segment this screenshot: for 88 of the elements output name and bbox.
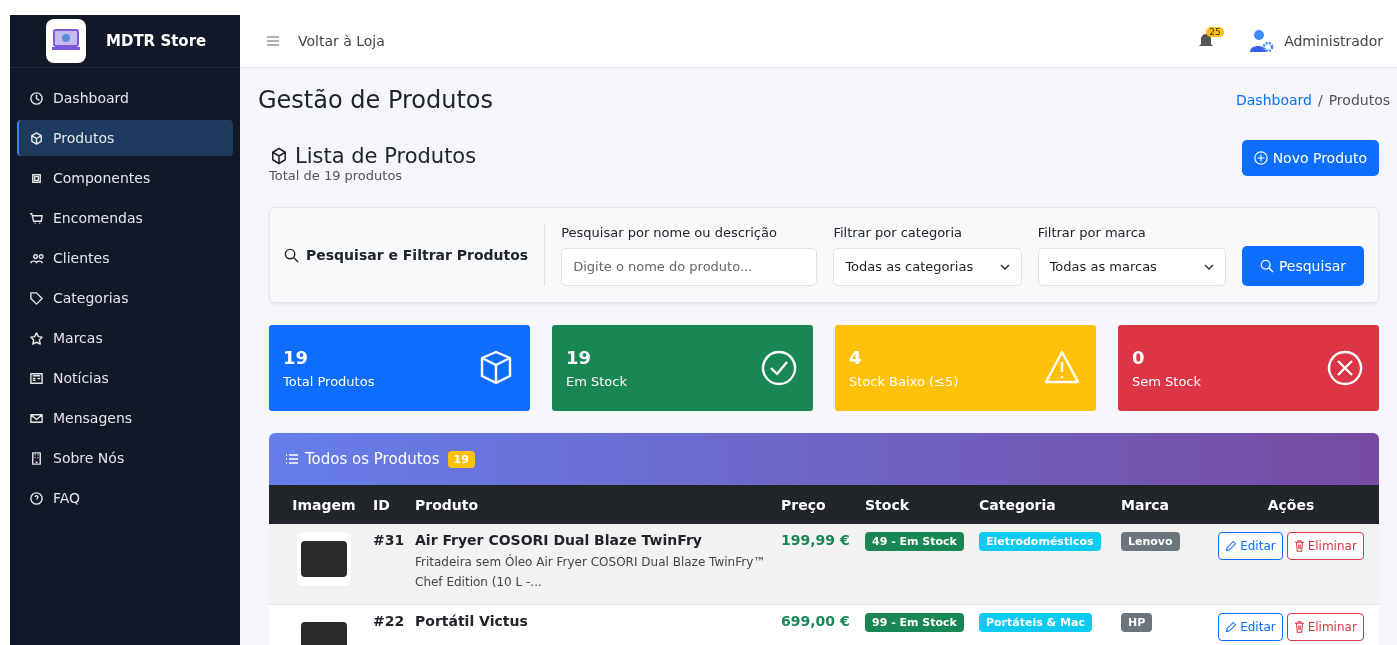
star-icon [29, 330, 44, 346]
notification-badge: 25 [1206, 27, 1224, 37]
table-cell-text: #22 [373, 613, 406, 631]
stat-value: 19 [566, 347, 593, 368]
brand-badge: HP [1121, 613, 1153, 632]
column-header: Categoria [979, 496, 1057, 513]
photo-placeholder [297, 532, 351, 586]
sidebar-item[interactable]: Encomendas [17, 200, 233, 236]
list-icon [285, 453, 299, 465]
sidebar-item[interactable]: Sobre Nós [17, 440, 233, 476]
sidebar-item[interactable]: Marcas [17, 320, 233, 356]
field-label: Filtrar por categoria [833, 224, 964, 240]
product-name: Air Fryer COSORI Dual Blaze TwinFry [415, 532, 703, 548]
sidebar-item[interactable]: Mensagens [17, 400, 233, 436]
sidebar-item[interactable]: Produtos [17, 120, 233, 156]
search-icon [284, 247, 299, 263]
table-title: Todos os Produtos [305, 450, 440, 468]
user-settings-icon[interactable] [1248, 28, 1275, 54]
category-dropdown[interactable]: Todas as categorias [833, 247, 1022, 286]
stock-badge: 49 - Em Stock [865, 532, 964, 551]
column-header: Imagem [291, 496, 357, 513]
chevron-down-icon [999, 263, 1010, 270]
user-name[interactable]: Administrador [1284, 33, 1383, 49]
stat-icon [1325, 348, 1365, 388]
sidebar-item[interactable]: Componentes [17, 160, 233, 196]
stat-label: Sem Stock [1132, 374, 1202, 389]
column-header: Ações [1266, 496, 1316, 513]
logo-icon [46, 19, 86, 63]
delete-button[interactable]: Eliminar [1286, 613, 1364, 641]
breadcrumb-current: Produtos [1328, 92, 1390, 108]
brand-name: MDTR Store [106, 32, 207, 50]
category-badge: Portáteis & Mac [979, 613, 1092, 632]
breadcrumb-separator: / [1317, 92, 1323, 108]
box-icon [29, 130, 44, 146]
cart-icon [29, 210, 44, 226]
stat-label: Stock Baixo (≤5) [849, 374, 959, 389]
stat-value: 0 [1132, 347, 1146, 368]
section-title: Lista de Produtos [295, 144, 477, 168]
product-name: Portátil Victus [415, 613, 529, 629]
sidebar-item[interactable]: Notícias [17, 360, 233, 396]
trash-icon [1293, 621, 1305, 633]
plus-circle-icon [1253, 150, 1268, 165]
edit-button[interactable]: Editar [1218, 532, 1283, 560]
tag-icon [29, 290, 44, 306]
price: 699,00 € [781, 613, 851, 631]
stat-value: 4 [849, 347, 863, 368]
help-icon [29, 490, 44, 506]
stat-value: 19 [283, 347, 310, 368]
building-icon [29, 450, 44, 466]
brand-badge: Lenovo [1121, 532, 1180, 551]
sidebar-item[interactable]: Dashboard [17, 80, 233, 116]
category-badge: Eletrodomésticos [979, 532, 1101, 551]
page-title: Gestão de Produtos [258, 86, 494, 114]
field-label: Filtrar por marca [1037, 224, 1147, 240]
stat-label: Em Stock [566, 374, 627, 389]
column-header: Marca [1121, 496, 1171, 513]
breadcrumb-link[interactable]: Dashboard [1236, 92, 1312, 108]
new-product-button[interactable]: Novo Produto [1241, 139, 1379, 176]
stat-label: Total Produtos [283, 374, 375, 389]
stat-icon [759, 348, 799, 388]
sidebar-item[interactable]: Clientes [17, 240, 233, 276]
product-count: Total de 19 produtos [269, 168, 404, 183]
filter-title: Pesquisar e Filtrar Produtos [306, 247, 529, 263]
back-link[interactable]: Voltar à Loja [298, 33, 385, 49]
edit-button[interactable]: Editar [1218, 613, 1283, 641]
search-field[interactable]: Digite o nome do produto... [561, 247, 818, 286]
search-icon [1259, 259, 1274, 273]
sidebar-item[interactable]: FAQ [17, 480, 233, 516]
box-icon [269, 146, 289, 166]
newspaper-icon [29, 370, 44, 386]
column-header: Preço [781, 496, 827, 513]
brand-dropdown[interactable]: Todas as marcas [1037, 247, 1226, 286]
trash-icon [1293, 540, 1305, 552]
stock-badge: 99 - Em Stock [865, 613, 964, 632]
field-label: Pesquisar por nome ou descrição [561, 224, 778, 240]
search-button[interactable]: Pesquisar [1241, 246, 1364, 286]
column-header: Stock [865, 496, 910, 513]
delete-button[interactable]: Eliminar [1286, 532, 1364, 560]
pencil-icon [1225, 540, 1238, 552]
price: 199,99 € [781, 532, 851, 550]
count-badge: 19 [447, 450, 475, 468]
table-cell-text: #31 [373, 532, 406, 550]
sidebar-item[interactable]: Categorias [17, 280, 233, 316]
product-description: Fritadeira sem Óleo Air Fryer COSORI Dual Blaze TwinFry™ Chef Edition (10 L -... [415, 553, 767, 591]
chevron-down-icon [1203, 263, 1214, 270]
pencil-icon [1225, 621, 1238, 633]
column-header: ID [373, 496, 391, 513]
column-header: Produto [415, 496, 480, 513]
